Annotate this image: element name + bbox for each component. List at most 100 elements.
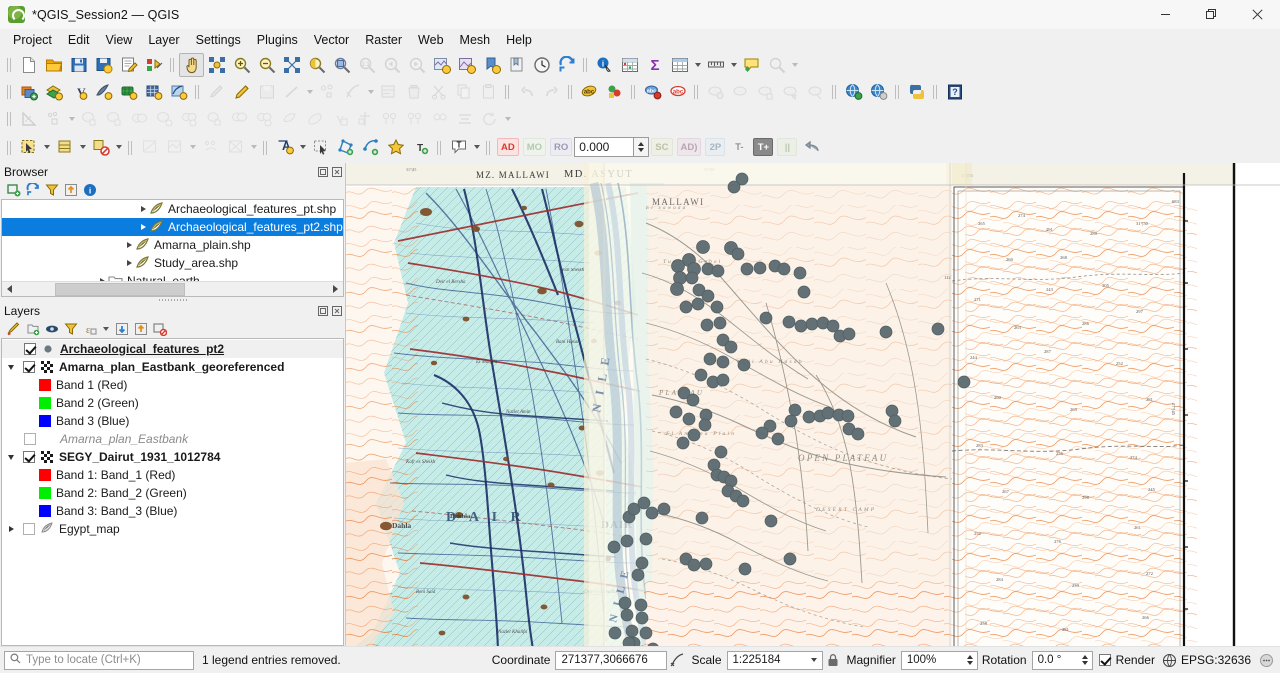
map-canvas-container[interactable]: MZ. MALLAWI MD. ASYUT 31°|45 31°|50 31°|… [345,163,1280,646]
mesh-frame-icon[interactable] [223,135,248,159]
redo-icon[interactable] [539,80,564,104]
add-delimited-text-layer-icon[interactable]: V [66,80,91,104]
collapse-arrow-icon[interactable] [5,358,17,376]
toolbar-grip[interactable] [6,109,13,128]
layer-band-row[interactable]: Band 1 (Red) [2,376,343,394]
layer-band-row[interactable]: Band 1: Band_1 (Red) [2,466,343,484]
move-annotation-icon[interactable] [803,80,828,104]
layer-visibility-checkbox[interactable] [23,451,35,463]
rotate-label-icon[interactable] [358,135,383,159]
measure-dropdown-caret[interactable] [728,53,739,77]
filter-legend-icon[interactable] [62,320,79,337]
geoprocessing-dissolve-icon[interactable] [252,107,277,131]
collapse-all-icon[interactable] [132,320,149,337]
vertex-tool-icon[interactable] [315,80,340,104]
copy-features-icon[interactable] [451,80,476,104]
new-print-layout-icon[interactable] [116,53,141,77]
current-edits-icon[interactable] [204,80,229,104]
expand-arrow-icon[interactable] [5,520,17,538]
html-annotation-icon[interactable] [753,80,778,104]
close-button[interactable] [1234,0,1280,29]
menu-edit[interactable]: Edit [60,31,98,50]
add-raster-layer-icon[interactable] [41,80,66,104]
digitize-with-segment-icon[interactable] [137,135,162,159]
open-project-icon[interactable] [41,53,66,77]
toolbar-grip[interactable] [262,137,269,157]
coordinate-field[interactable]: 271377,3066676 [555,650,668,670]
text-annotation-icon[interactable] [703,80,728,104]
text-annotation-tool-icon[interactable]: T [446,135,471,159]
select-by-expression-icon[interactable] [52,135,77,159]
menu-settings[interactable]: Settings [188,31,249,50]
add-line-feature-icon[interactable] [279,80,304,104]
georef-transform-icon[interactable] [162,135,187,159]
toolbar-grip[interactable] [6,137,13,157]
style-manager-icon[interactable] [141,53,166,77]
scroll-thumb[interactable] [55,282,185,296]
layer-row-amarna-plan-eastbank[interactable]: Amarna_plan_Eastbank [2,430,343,448]
toolbar-grip[interactable] [436,137,443,157]
menu-vector[interactable]: Vector [306,31,357,50]
toolbar-grip[interactable] [932,82,939,101]
expression-filter-icon[interactable]: ε [81,320,98,337]
georef-dropdown-caret[interactable] [187,135,198,159]
add-postgis-layer-icon[interactable] [91,80,116,104]
add-virtual-layer-icon[interactable] [166,80,191,104]
add-layer-icon[interactable] [5,181,22,198]
temporal-controller-icon[interactable] [529,53,554,77]
toolbar-grip[interactable] [194,82,201,101]
advanced-digitizing-ad-button[interactable]: AD [497,138,519,156]
toolbar-grip[interactable] [831,82,838,101]
zoom-in-icon[interactable] [229,53,254,77]
refresh-icon[interactable] [554,53,579,77]
geoprocessing-symdifference-icon[interactable] [177,107,202,131]
add-group-icon[interactable] [24,320,41,337]
new-project-icon[interactable] [16,53,41,77]
refresh-icon[interactable] [24,181,41,198]
show-bookmarks-icon[interactable] [504,53,529,77]
scale-combo[interactable]: 1:225184 [726,650,823,670]
merge-features-icon[interactable] [352,107,377,131]
processing-toolbox-icon[interactable] [602,80,627,104]
new-map-view-icon[interactable] [429,53,454,77]
zoom-to-selection-icon[interactable] [304,53,329,77]
toolbar-grip[interactable] [127,137,134,157]
highlight-pinned-labels-icon[interactable]: T [408,135,433,159]
toolbar-grip[interactable] [894,82,901,101]
geometry-smooth-icon[interactable] [302,107,327,131]
layers-tree[interactable]: Archaeological_features_pt2 Amarna_plan_… [1,338,344,646]
snapping-dropdown-caret[interactable] [66,107,77,131]
measure-line-icon[interactable] [703,53,728,77]
data-management-icon[interactable] [427,107,452,131]
toolbar-grip[interactable] [169,55,176,74]
minimize-button[interactable] [1142,0,1188,29]
remove-annotation-icon[interactable]: abc [665,80,690,104]
geoprocessing-difference-icon[interactable] [227,107,252,131]
manage-layer-visibility-icon[interactable] [43,320,60,337]
menu-layer[interactable]: Layer [140,31,187,50]
collapse-all-icon[interactable] [62,181,79,198]
select-features-dropdown-caret[interactable] [41,135,52,159]
label-dropdown-caret[interactable] [297,135,308,159]
modify-attributes-icon[interactable] [376,80,401,104]
menu-view[interactable]: View [97,31,140,50]
layer-visibility-checkbox[interactable] [23,361,35,373]
digitizing-angle-input[interactable]: 0.000 [574,137,635,157]
map-canvas[interactable]: MZ. MALLAWI MD. ASYUT 31°|45 31°|50 31°|… [346,163,1280,646]
attribute-table-dropdown-caret[interactable] [692,53,703,77]
browser-close-icon[interactable] [330,165,343,178]
form-annotation-icon[interactable] [728,80,753,104]
toolbar-grip[interactable] [504,82,511,101]
open-layer-styling-panel-icon[interactable] [5,320,22,337]
add-vector-layer-icon[interactable] [16,80,41,104]
digitizing-angle-stepper[interactable] [634,137,650,157]
message-log-icon[interactable] [1256,650,1276,670]
toolbar-grip[interactable] [485,137,492,157]
geoprocessing-convexhull-icon[interactable] [102,107,127,131]
save-layer-edits-icon[interactable] [254,80,279,104]
save-project-icon[interactable] [66,53,91,77]
research-tools-icon[interactable] [402,107,427,131]
layer-visibility-checkbox[interactable] [24,433,36,445]
locator-bar[interactable]: Type to locate (Ctrl+K) [4,650,194,670]
geometry-simplify-icon[interactable] [277,107,302,131]
